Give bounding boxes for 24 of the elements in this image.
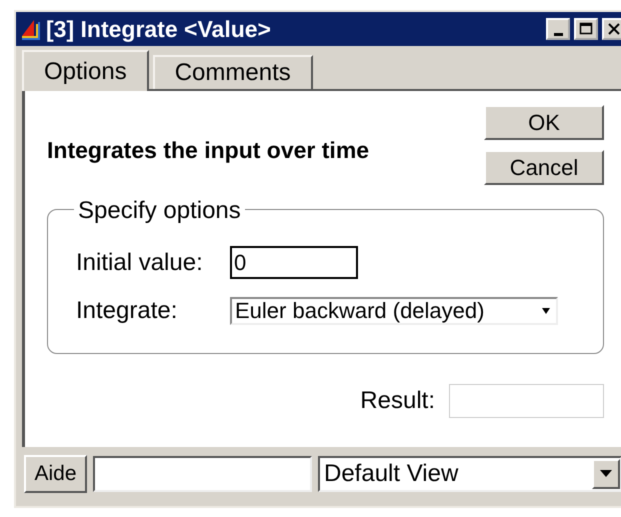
maximize-button[interactable] <box>574 18 598 40</box>
app-icon <box>20 18 42 40</box>
description-text: Integrates the input over time <box>47 137 370 165</box>
result-label: Result: <box>360 387 435 415</box>
minimize-button[interactable] <box>546 18 570 40</box>
view-dropdown[interactable]: Default View <box>318 456 621 492</box>
close-icon <box>607 22 621 36</box>
help-button[interactable]: Aide <box>24 455 87 493</box>
maximize-icon <box>579 22 593 36</box>
field-label: Integrate: <box>76 297 178 325</box>
field-label: Initial value: <box>76 248 204 276</box>
tab[interactable]: Options <box>22 50 149 91</box>
text-field[interactable] <box>93 456 312 492</box>
minimize-icon <box>554 32 562 36</box>
cancel-button[interactable]: Cancel <box>484 150 604 185</box>
integrate-dropdown[interactable]: Euler backward (delayed) <box>230 297 558 325</box>
result-field[interactable] <box>449 384 604 418</box>
initial-value-field[interactable]: 0 <box>230 246 358 279</box>
ok-button[interactable]: OK <box>484 105 604 140</box>
caret-icon <box>542 308 550 314</box>
tab[interactable]: Comments <box>152 55 313 89</box>
close-button[interactable] <box>602 18 621 40</box>
caret-icon <box>600 470 612 478</box>
window-title: [3] Integrate <Value> <box>46 16 272 42</box>
